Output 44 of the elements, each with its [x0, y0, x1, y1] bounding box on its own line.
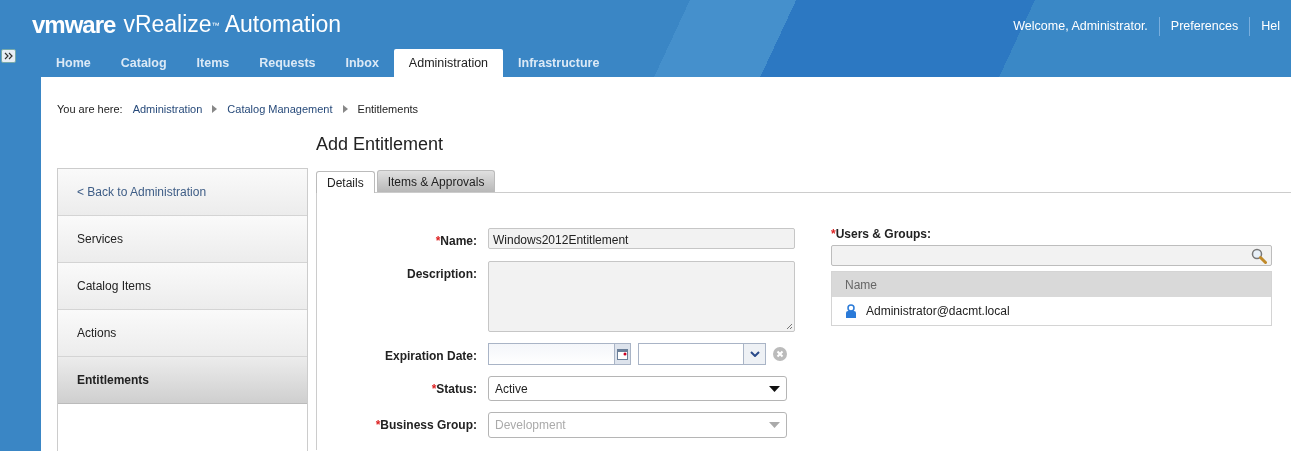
- field-label: *Business Group:: [374, 417, 478, 434]
- chevron-icon: [342, 105, 348, 113]
- sidebar-item[interactable]: Entitlements: [58, 357, 307, 404]
- sidebar-item[interactable]: Services: [58, 216, 307, 263]
- header-link[interactable]: Preferences: [1158, 17, 1250, 36]
- calendar-icon: [617, 348, 628, 360]
- search-field[interactable]: [831, 245, 1272, 266]
- field-label: Description:: [406, 266, 478, 283]
- caret-icon: [769, 385, 780, 392]
- date-field[interactable]: [488, 343, 631, 365]
- resize-grip-icon[interactable]: [786, 323, 793, 330]
- table-row[interactable]: Administrator@dacmt.local: [832, 297, 1271, 325]
- welcome-text: Welcome, Administrator.: [1012, 18, 1149, 35]
- field-label: Expiration Date:: [384, 348, 478, 365]
- expand-icon[interactable]: [1, 49, 16, 63]
- page-title: Add Entitlement: [316, 133, 445, 156]
- logo: vmware: [32, 9, 116, 40]
- breadcrumb-link[interactable]: Administration: [132, 100, 203, 118]
- chevron-icon: [749, 351, 760, 357]
- input-field[interactable]: Windows2012Entitlement: [488, 228, 795, 249]
- breadcrumb-current: Entitlements: [357, 101, 419, 117]
- field-label: *Name:: [434, 233, 478, 250]
- caret-icon: [769, 422, 780, 428]
- search-icon[interactable]: [1251, 247, 1267, 264]
- form-tab[interactable]: Details: [316, 171, 375, 193]
- select-field[interactable]: Active: [488, 376, 787, 401]
- calendar-button[interactable]: [614, 344, 630, 364]
- nav-tab[interactable]: Administration: [393, 49, 504, 77]
- field-label: *Status:: [430, 381, 478, 398]
- user-icon: [846, 304, 856, 318]
- form-tab[interactable]: Items & Approvals: [376, 170, 496, 192]
- user-name: Administrator@dacmt.local: [866, 303, 1010, 320]
- product-name: vRealize$^{™}$ Automation: [123, 10, 342, 40]
- chevron-icon: [212, 105, 218, 113]
- back-link[interactable]: < Back to Administration: [58, 169, 307, 216]
- sidebar-item[interactable]: Actions: [58, 310, 307, 357]
- field-label: *Users & Groups:: [831, 228, 933, 241]
- select-field: Development: [488, 412, 787, 438]
- column-header: Name: [832, 272, 1271, 297]
- sidebar-item[interactable]: Catalog Items: [58, 263, 307, 310]
- breadcrumb-link[interactable]: Catalog Management: [227, 100, 333, 118]
- header-link[interactable]: Hel: [1249, 17, 1291, 36]
- dropdown-button[interactable]: [743, 344, 765, 364]
- breadcrumb-label: You are here:: [57, 101, 123, 117]
